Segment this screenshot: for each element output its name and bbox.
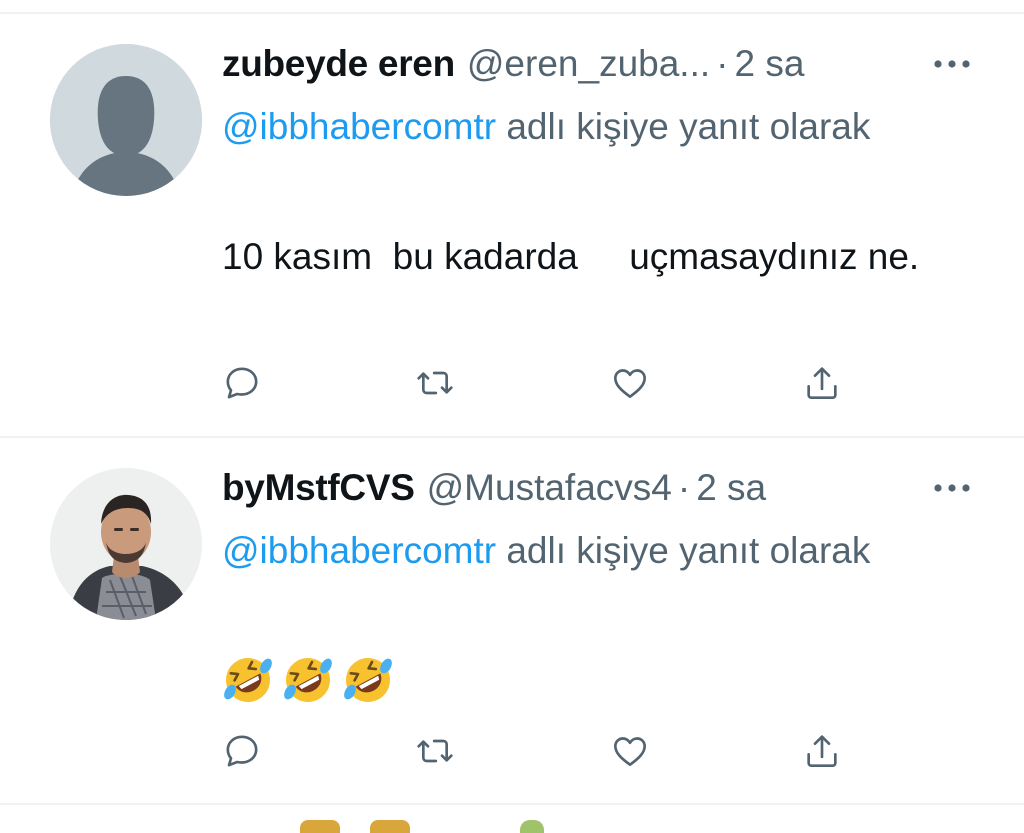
tweet-actions	[0, 726, 1024, 776]
user-handle[interactable]: @eren_zuba...	[467, 36, 710, 92]
rolling-on-the-floor-laughing-icon	[224, 658, 272, 702]
user-handle[interactable]: @Mustafacvs4	[427, 460, 672, 516]
display-name[interactable]: zubeyde eren	[222, 36, 455, 92]
reply-suffix: adlı kişiye yanıt olarak	[496, 106, 871, 147]
reply-button[interactable]	[217, 358, 267, 408]
like-icon	[614, 737, 646, 766]
like-button[interactable]	[605, 726, 655, 776]
display-name[interactable]: byMstfCVS	[222, 460, 415, 516]
retweet-button[interactable]	[410, 726, 460, 776]
tweet[interactable]: zubeyde eren @eren_zuba... · 2 sa @ibbha…	[0, 14, 1024, 436]
reply-suffix: adlı kişiye yanıt olarak	[496, 530, 871, 571]
default-avatar-icon	[50, 44, 202, 196]
share-icon	[807, 735, 837, 767]
emoji-peek-icon	[520, 820, 544, 833]
reply-icon	[226, 735, 258, 767]
share-button[interactable]	[797, 726, 847, 776]
like-icon	[614, 369, 646, 398]
timestamp[interactable]: 2 sa	[734, 36, 804, 92]
more-options-button[interactable]	[932, 468, 972, 508]
reply-button[interactable]	[217, 726, 267, 776]
share-button[interactable]	[797, 358, 847, 408]
retweet-icon	[417, 371, 453, 395]
avatar[interactable]	[50, 44, 202, 196]
retweet-icon	[417, 739, 453, 763]
tweet-emojis	[222, 654, 394, 712]
more-horizontal-icon	[934, 484, 970, 492]
tweet[interactable]: byMstfCVS @Mustafacvs4 · 2 sa @ibbhaberc…	[0, 438, 1024, 804]
retweet-button[interactable]	[410, 358, 460, 408]
separator-dot: ·	[716, 43, 729, 84]
tweet-text: 10 kasım bu kadarda uçmasaydınız ne.	[222, 236, 920, 277]
more-options-button[interactable]	[932, 44, 972, 84]
profile-photo-icon	[50, 468, 202, 620]
trophy-icon	[370, 820, 410, 833]
avatar[interactable]	[50, 468, 202, 620]
trophy-icon	[300, 820, 340, 833]
share-icon	[807, 367, 837, 399]
tweet-header: zubeyde eren @eren_zuba... · 2 sa	[222, 36, 804, 92]
replying-to: @ibbhabercomtr adlı kişiye yanıt olarak	[222, 96, 982, 158]
more-horizontal-icon	[934, 60, 970, 68]
timestamp[interactable]: 2 sa	[696, 460, 766, 516]
rolling-on-the-floor-laughing-icon	[344, 658, 392, 702]
reply-icon	[226, 367, 258, 399]
reply-mention-link[interactable]: @ibbhabercomtr	[222, 106, 496, 147]
tweet-actions	[0, 358, 1024, 408]
rolling-on-the-floor-laughing-icon	[284, 658, 332, 702]
tweet-divider	[0, 803, 1024, 805]
replying-to: @ibbhabercomtr adlı kişiye yanıt olarak	[222, 520, 982, 582]
separator-dot: ·	[677, 467, 691, 508]
like-button[interactable]	[605, 358, 655, 408]
next-tweet-emoji-peek	[300, 820, 560, 833]
tweet-header: byMstfCVS @Mustafacvs4 · 2 sa	[222, 460, 766, 516]
reply-mention-link[interactable]: @ibbhabercomtr	[222, 530, 496, 571]
